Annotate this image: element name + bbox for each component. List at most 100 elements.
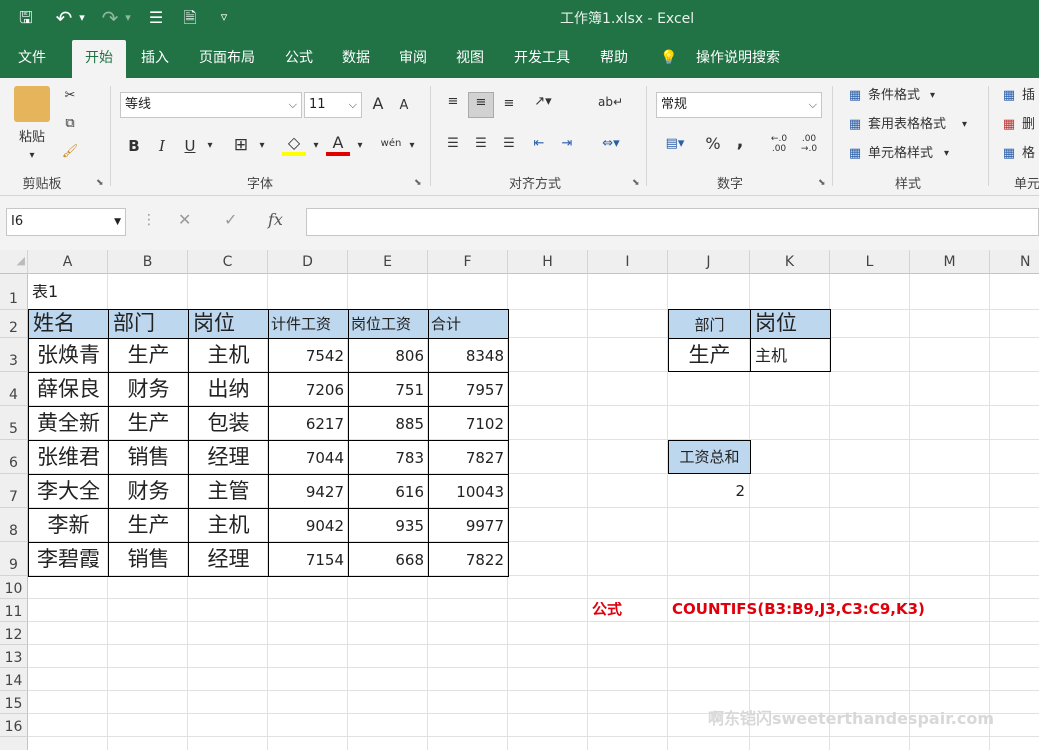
row-header-16[interactable]: 16	[0, 714, 28, 737]
cell-styles-button[interactable]: 单元格样式	[868, 144, 933, 164]
clipboard-launcher-icon[interactable]: ⬊	[96, 178, 104, 188]
fill-dropdown-icon[interactable]: ▾	[310, 136, 322, 156]
table-cell[interactable]: 黄全新	[28, 406, 109, 441]
italic-button[interactable]: I	[152, 136, 172, 156]
conditional-format-button[interactable]: 条件格式	[868, 86, 920, 106]
tell-me-search[interactable]: 操作说明搜索	[686, 40, 790, 78]
column-header-k[interactable]: K	[750, 250, 830, 274]
decrease-decimal-icon[interactable]: .00 →.0	[796, 134, 822, 154]
table-cell[interactable]: 经理	[188, 440, 269, 475]
cell-styles-dropdown-icon[interactable]: ▾	[944, 144, 949, 164]
column-header-d[interactable]: D	[268, 250, 348, 274]
table-cell[interactable]: 生产	[108, 338, 189, 373]
table-cell[interactable]: 616	[348, 474, 429, 509]
row-header-15[interactable]: 15	[0, 691, 28, 714]
format-cells-button[interactable]: 格	[1022, 144, 1039, 164]
copy-icon[interactable]: ⧉	[60, 114, 80, 134]
header-total[interactable]: 合计	[428, 309, 509, 339]
header-piece-wage[interactable]: 计件工资	[268, 309, 349, 339]
row-header-13[interactable]: 13	[0, 645, 28, 668]
redo-dropdown-icon[interactable]: ▾	[122, 6, 134, 30]
row-header-2[interactable]: 2	[0, 310, 28, 338]
undo-dropdown-icon[interactable]: ▾	[76, 6, 88, 30]
increase-font-icon[interactable]: A	[368, 94, 388, 114]
criteria-header-position[interactable]: 岗位	[750, 309, 831, 339]
table-cell[interactable]: 主机	[188, 508, 269, 543]
table-cell[interactable]: 7154	[268, 542, 349, 577]
conditional-format-dropdown-icon[interactable]: ▾	[930, 86, 935, 106]
worksheet-grid[interactable]: ◢ A B C D E F H I J K L M N 1 2 3 4 5 6 …	[0, 250, 1039, 750]
row-header-7[interactable]: 7	[0, 474, 28, 508]
tab-file[interactable]: 文件	[8, 40, 56, 78]
criteria-position-value[interactable]: 主机	[750, 338, 831, 372]
percent-button[interactable]: %	[702, 134, 724, 154]
borders-dropdown-icon[interactable]: ▾	[256, 136, 268, 156]
save-icon[interactable]: 🖫	[14, 6, 38, 30]
row-header-9[interactable]: 9	[0, 542, 28, 576]
underline-dropdown-icon[interactable]: ▾	[204, 136, 216, 156]
increase-decimal-icon[interactable]: ←.0 .00	[766, 134, 792, 154]
table-cell[interactable]: 经理	[188, 542, 269, 577]
font-color-icon[interactable]: A	[326, 134, 350, 156]
merge-center-icon[interactable]: ⇔▾	[594, 134, 628, 154]
column-header-i[interactable]: I	[588, 250, 668, 274]
formula-label-cell[interactable]: 公式	[592, 602, 662, 620]
column-header-e[interactable]: E	[348, 250, 428, 274]
fill-color-icon[interactable]: ◇	[282, 134, 306, 156]
undo-icon[interactable]: ↶	[52, 6, 76, 30]
print-preview-icon[interactable]: 🗎	[178, 6, 202, 30]
customize-toolbar-icon[interactable]: ▿	[214, 6, 234, 30]
table-cell[interactable]: 668	[348, 542, 429, 577]
align-bottom-icon[interactable]: ≡	[498, 94, 520, 114]
name-box-dropdown-icon[interactable]: ▼	[114, 209, 121, 235]
phonetic-icon[interactable]: wén	[378, 134, 404, 154]
table-cell[interactable]: 生产	[108, 406, 189, 441]
table-cell[interactable]: 主机	[188, 338, 269, 373]
table-cell[interactable]: 财务	[108, 372, 189, 407]
insert-cells-button[interactable]: 插	[1022, 86, 1039, 106]
row-header-1[interactable]: 1	[0, 274, 28, 310]
criteria-header-dept[interactable]: 部门	[668, 309, 751, 339]
decrease-indent-icon[interactable]: ⇤	[528, 134, 550, 154]
criteria-dept-value[interactable]: 生产	[668, 338, 751, 372]
row-header-8[interactable]: 8	[0, 508, 28, 542]
tab-developer[interactable]: 开发工具	[504, 40, 580, 78]
table-cell[interactable]: 7206	[268, 372, 349, 407]
font-color-dropdown-icon[interactable]: ▾	[354, 136, 366, 156]
column-header-h[interactable]: H	[508, 250, 588, 274]
comma-button[interactable]: ,	[732, 132, 748, 152]
delete-cells-button[interactable]: 删	[1022, 115, 1039, 135]
delete-cells-icon[interactable]: ▦	[1000, 115, 1018, 135]
format-as-table-icon[interactable]: ▦	[846, 115, 864, 135]
conditional-format-icon[interactable]: ▦	[846, 86, 864, 106]
column-header-m[interactable]: M	[910, 250, 990, 274]
header-name[interactable]: 姓名	[28, 309, 109, 339]
table-cell[interactable]: 8348	[428, 338, 509, 373]
table-cell[interactable]: 生产	[108, 508, 189, 543]
tab-formulas[interactable]: 公式	[276, 40, 322, 78]
paste-button[interactable]: 粘贴	[12, 128, 52, 148]
align-middle-icon[interactable]: ≡	[468, 92, 494, 118]
column-header-f[interactable]: F	[428, 250, 508, 274]
table-cell[interactable]: 751	[348, 372, 429, 407]
align-right-icon[interactable]: ☰	[498, 134, 520, 154]
insert-cells-icon[interactable]: ▦	[1000, 86, 1018, 106]
table-cell[interactable]: 885	[348, 406, 429, 441]
row-header-17[interactable]	[0, 737, 28, 750]
tab-insert[interactable]: 插入	[132, 40, 178, 78]
tab-page-layout[interactable]: 页面布局	[190, 40, 264, 78]
cell-a1[interactable]: 表1	[32, 284, 102, 304]
table-cell[interactable]: 薛保良	[28, 372, 109, 407]
font-size-select[interactable]: 11 ⌵	[304, 92, 362, 118]
table-cell[interactable]: 935	[348, 508, 429, 543]
format-painter-icon[interactable]: 🖌	[60, 142, 80, 162]
align-left-icon[interactable]: ☰	[442, 134, 464, 154]
redo-icon[interactable]: ↷	[98, 6, 122, 30]
phonetic-dropdown-icon[interactable]: ▾	[406, 136, 418, 156]
paste-icon[interactable]	[14, 86, 50, 122]
lightbulb-icon[interactable]: 💡	[656, 40, 682, 78]
table-cell[interactable]: 9427	[268, 474, 349, 509]
format-cells-icon[interactable]: ▦	[1000, 144, 1018, 164]
table-cell[interactable]: 7542	[268, 338, 349, 373]
sum-value-cell[interactable]: 2	[668, 474, 749, 508]
